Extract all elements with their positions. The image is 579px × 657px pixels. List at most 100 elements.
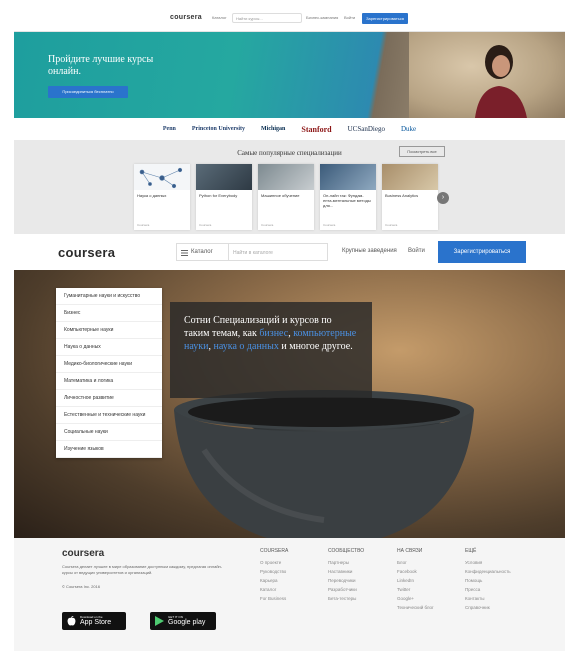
view-all-button[interactable]: Посмотреть все [399, 146, 445, 157]
mini-login-link[interactable]: Войти [344, 15, 355, 20]
page-frame: coursera Каталог Найти курсы... Бизнес-к… [14, 6, 565, 651]
catalog-button[interactable]: Каталог [176, 243, 228, 261]
partner-princeton-logo[interactable]: Princeton University [192, 126, 245, 132]
mini-logo[interactable]: coursera [170, 14, 202, 21]
partner-ucsd-logo[interactable]: UCSanDiego [348, 125, 385, 133]
catalog-label: Каталог [191, 249, 213, 255]
hero-join-button[interactable]: Присоединиться бесплатно [48, 86, 128, 98]
footer-link[interactable]: Facebook [397, 567, 467, 576]
google-play-button[interactable]: GET IT ON Google play [150, 612, 216, 630]
category-item[interactable]: Социальные науки [56, 424, 162, 441]
google-play-label: Google play [168, 619, 206, 626]
category-item[interactable]: Математика и логика [56, 373, 162, 390]
footer-logo[interactable]: coursera [62, 548, 104, 559]
category-item[interactable]: Наука о данных [56, 339, 162, 356]
footer-link[interactable]: Технический блог [397, 603, 467, 612]
footer-column-heading: СООБЩЕСТВО [328, 548, 365, 554]
footer-column-heading: ЕЩЁ [465, 548, 477, 554]
footer-link[interactable]: Конфиденциальность [465, 567, 535, 576]
coursera-logo[interactable]: coursera [58, 245, 115, 260]
app-store-label: App Store [80, 619, 112, 626]
coffee-cup-image [174, 390, 474, 538]
category-item[interactable]: Гуманитарные науки и искусство [56, 288, 162, 305]
footer-link[interactable]: Каталог [260, 585, 330, 594]
category-item[interactable]: Изучение языков [56, 441, 162, 458]
mini-signup-button[interactable]: Зарегистрироваться [362, 13, 408, 24]
footer-copyright: © Coursera Inc. 2016 [62, 584, 101, 589]
footer-link[interactable]: Бета-тестеры [328, 594, 398, 603]
footer-link[interactable]: LinkedIn [397, 576, 467, 585]
footer-link[interactable]: Блог [397, 558, 467, 567]
card-footer: Coursera [385, 223, 398, 227]
hero-banner: Пройдите лучшие курсы онлайн. Присоедини… [14, 32, 565, 118]
mini-catalog[interactable]: Каталог [212, 15, 227, 20]
category-item[interactable]: Компьютерные науки [56, 322, 162, 339]
footer-column-more: ЕЩЁ Условия Конфиденциальность Помощь Пр… [465, 548, 535, 612]
specialization-card[interactable]: Он-лайн так: Фундам-ента-ментальные мето… [320, 164, 376, 230]
card-image [134, 164, 190, 190]
card-title: Он-лайн так: Фундам-ента-ментальные мето… [323, 193, 371, 208]
card-title: Business Analytics [385, 193, 419, 198]
partner-michigan-logo[interactable]: Michigan [261, 126, 285, 132]
footer-link[interactable]: Справочник [465, 603, 535, 612]
business-link[interactable]: бизнес [259, 328, 288, 339]
footer-link[interactable]: Наставники [328, 567, 398, 576]
footer-link[interactable]: Разработчики [328, 585, 398, 594]
footer-link[interactable]: Партнеры [328, 558, 398, 567]
play-icon [155, 616, 164, 626]
card-title: Наука о данных [137, 193, 167, 198]
footer-link[interactable]: Помощь [465, 576, 535, 585]
footer-link[interactable]: For Business [260, 594, 330, 603]
footer-link[interactable]: Руководство [260, 567, 330, 576]
card-image [258, 164, 314, 190]
footer-link[interactable]: Карьера [260, 576, 330, 585]
category-item[interactable]: Медико-биологические науки [56, 356, 162, 373]
category-item[interactable]: Бизнес [56, 305, 162, 322]
card-footer: Coursera [199, 223, 212, 227]
specialization-card[interactable]: Наука о данных Coursera [134, 164, 190, 230]
footer-link[interactable]: Переводчики [328, 576, 398, 585]
specialization-card[interactable]: Python for Everybody Coursera [196, 164, 252, 230]
network-graph-icon [139, 167, 183, 189]
partner-stanford-logo[interactable]: Stanford [301, 125, 331, 134]
specializations-cards: Наука о данных Coursera Python for Every… [134, 164, 438, 230]
footer-link[interactable]: Контакты [465, 594, 535, 603]
specialization-card[interactable]: Business Analytics Coursera [382, 164, 438, 230]
footer-link[interactable]: Пресса [465, 585, 535, 594]
institutions-link[interactable]: Крупные заведения [342, 248, 397, 254]
grid-icon [181, 250, 188, 256]
card-title: Машинное обучение [261, 193, 300, 198]
login-link[interactable]: Войти [408, 248, 425, 254]
specializations-title: Самые популярные специализации [237, 149, 342, 157]
hero-title: Пройдите лучшие курсы онлайн. [48, 54, 154, 77]
footer-link[interactable]: О проекте [260, 558, 330, 567]
card-image [320, 164, 376, 190]
mini-business-link[interactable]: Бизнес-кампания [306, 15, 338, 20]
partner-logos: Penn Princeton University Michigan Stanf… [14, 118, 565, 140]
search-input[interactable]: Найти в каталоге [228, 243, 328, 261]
partner-duke-logo[interactable]: Duke [401, 125, 416, 133]
footer: coursera Coursera делает лучшее в мире о… [14, 538, 565, 651]
category-item[interactable]: Личностное развитие [56, 390, 162, 407]
main-header: coursera Каталог Найти в каталоге Крупны… [14, 234, 565, 270]
mini-search-input[interactable]: Найти курсы... [232, 13, 302, 23]
footer-link[interactable]: Twitter [397, 585, 467, 594]
chevron-right-icon[interactable]: › [437, 192, 449, 204]
specializations-section: Самые популярные специализации Посмотрет… [14, 140, 565, 234]
category-menu: Гуманитарные науки и искусство Бизнес Ко… [56, 288, 162, 458]
card-title: Python for Everybody [199, 193, 238, 198]
category-item[interactable]: Естественные и технические науки [56, 407, 162, 424]
specialization-card[interactable]: Машинное обучение Coursera [258, 164, 314, 230]
footer-column-connect: НА СВЯЗИ Блог Facebook LinkedIn Twitter … [397, 548, 467, 612]
promo-text-end: и многое другое. [278, 341, 353, 352]
partner-penn-logo[interactable]: Penn [163, 126, 176, 132]
footer-link[interactable]: Google+ [397, 594, 467, 603]
footer-column-coursera: COURSERA О проекте Руководство Карьера К… [260, 548, 330, 603]
app-store-button[interactable]: Download on the App Store [62, 612, 126, 630]
footer-link[interactable]: Условия [465, 558, 535, 567]
card-footer: Coursera [261, 223, 274, 227]
signup-button[interactable]: Зарегистрироваться [438, 241, 526, 263]
hero-photo-section: Гуманитарные науки и искусство Бизнес Ко… [14, 270, 565, 538]
data-science-link[interactable]: наука о данных [214, 341, 279, 352]
promo-overlay: Сотни Специализаций и курсов по таким те… [170, 302, 372, 398]
